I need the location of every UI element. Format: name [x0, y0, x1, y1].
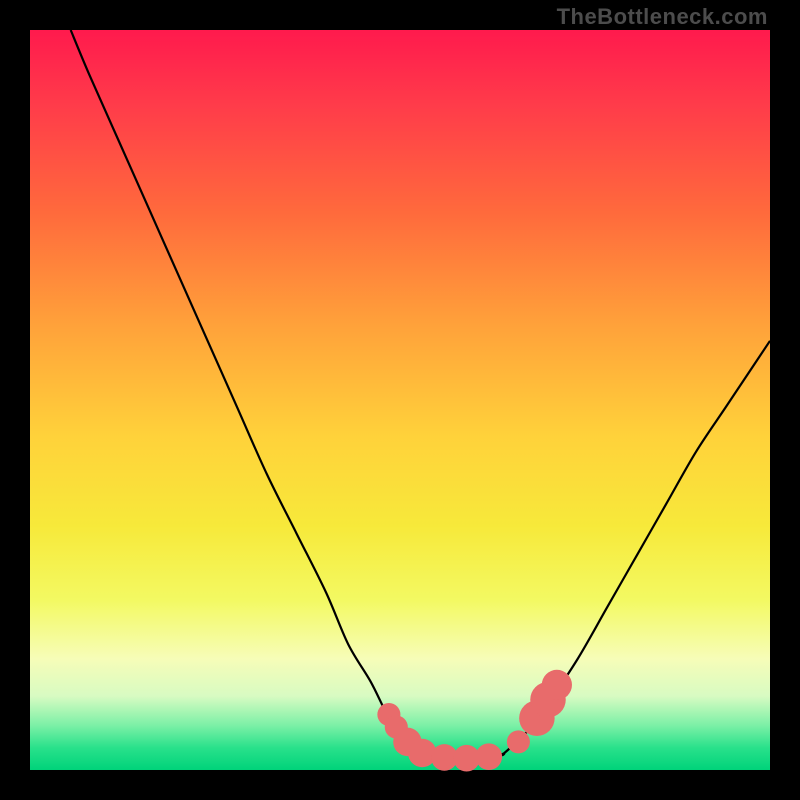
chart-svg	[30, 30, 770, 770]
watermark-text: TheBottleneck.com	[557, 4, 768, 30]
chart-frame: TheBottleneck.com	[0, 0, 800, 800]
curve-markers	[377, 670, 572, 772]
curve-marker	[507, 730, 530, 753]
curve-marker	[475, 743, 502, 770]
chart-plot-area	[30, 30, 770, 770]
bottleneck-curve	[71, 30, 770, 759]
curve-marker	[542, 670, 572, 700]
